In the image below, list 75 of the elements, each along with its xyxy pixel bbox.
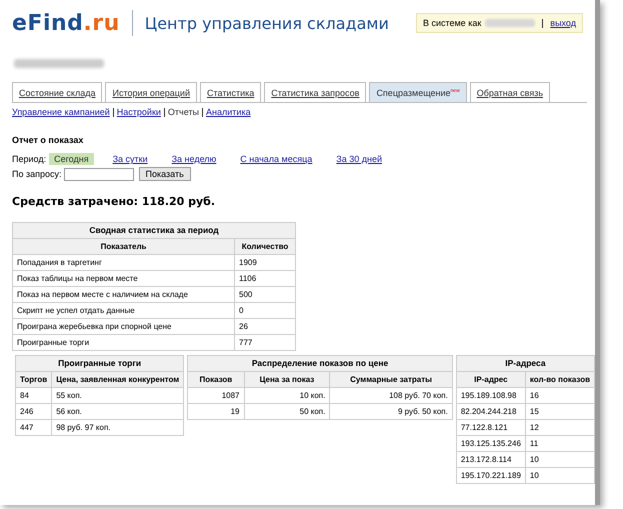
period-link[interactable]: За сутки: [108, 153, 153, 166]
table-cell: 500: [234, 286, 296, 303]
table-cell: 195.170.221.189: [456, 468, 526, 484]
column-header: Цена за показ: [244, 372, 330, 388]
table-cell: 15: [525, 404, 594, 420]
session-label: В системе как: [422, 18, 482, 28]
period-link[interactable]: За 30 дней: [331, 153, 387, 166]
table-cell: 84: [16, 388, 52, 404]
table-cell: 19: [188, 404, 244, 420]
table-cell: 10: [525, 468, 594, 484]
period-label: Период:: [12, 154, 46, 164]
column-header: Суммарные затраты: [330, 372, 452, 388]
subnav-link[interactable]: Отчеты: [168, 107, 200, 117]
table-cell: Скрипт не успел отдать данные: [12, 302, 234, 319]
table-cell: 0: [234, 302, 296, 319]
subnav-link[interactable]: Управление кампанией: [12, 107, 110, 117]
column-header: Показов: [188, 372, 244, 388]
table-cell: Показ на первом месте с наличием на складе: [12, 286, 234, 303]
table-caption: Проигранные торги: [16, 356, 184, 372]
table-cell: 16: [525, 388, 594, 404]
table-cell: 10 коп.: [244, 388, 330, 404]
tab[interactable]: Статистика: [200, 82, 262, 102]
site-title: Центр управления складами: [144, 14, 389, 32]
table-cell: 11: [525, 436, 594, 452]
subnav-link[interactable]: Аналитика: [206, 107, 251, 117]
table-cell: Проигранные торги: [12, 334, 234, 351]
query-label: По запросу:: [12, 169, 62, 180]
tab[interactable]: Спецразмещение$^{new}$: [369, 82, 467, 102]
table-cell: 9 руб. 50 коп.: [330, 404, 452, 420]
tab[interactable]: История операций: [105, 82, 197, 102]
table-cell: 777: [234, 334, 296, 351]
show-button[interactable]: Показать: [138, 167, 191, 182]
table-cell: 1106: [234, 270, 296, 287]
logo: eFind.ru: [12, 10, 120, 36]
column-header: Цена, заявленная конкурентом: [52, 372, 184, 388]
table-cell: Показ таблицы на первом месте: [12, 270, 234, 287]
table-cell: 108 руб. 70 коп.: [330, 388, 452, 404]
table-caption: IP-адреса: [456, 356, 594, 372]
table-caption: Распределение показов по цене: [188, 356, 452, 372]
table-cell: 50 коп.: [244, 404, 330, 420]
column-header: Количество: [234, 238, 296, 255]
table-cell: 98 руб. 97 коп.: [52, 420, 184, 436]
logout-link[interactable]: выход: [550, 18, 576, 28]
table-cell: 12: [525, 420, 594, 436]
blurred-username: [485, 19, 536, 27]
spent-total: Средств затрачено: 118.20 руб.: [12, 195, 216, 208]
table-cell: 447: [16, 420, 52, 436]
report-title: Отчет о показах: [12, 135, 84, 146]
query-field[interactable]: [64, 168, 134, 181]
table-cell: 77.122.8.121: [456, 420, 526, 436]
tab[interactable]: Статистика запросов: [264, 82, 366, 102]
table-cell: 195.189.108.98: [456, 388, 526, 404]
tab[interactable]: Обратная связь: [470, 82, 550, 102]
table-cell: 213.172.8.114: [456, 452, 526, 468]
table-cell: 82.204.244.218: [456, 404, 526, 420]
table-cell: 55 коп.: [52, 388, 184, 404]
period-link[interactable]: С начала месяца: [235, 153, 318, 166]
tab[interactable]: Состояние склада: [12, 82, 102, 102]
table-cell: 246: [16, 404, 52, 420]
column-header: кол-во показов: [525, 372, 594, 388]
period-link[interactable]: Сегодня: [49, 153, 94, 166]
column-header: Показатель: [12, 238, 234, 255]
table-cell: Попадания в таргетинг: [12, 254, 234, 271]
column-header: IP-адрес: [456, 372, 526, 388]
table-cell: 1087: [188, 388, 244, 404]
table-cell: 56 коп.: [52, 404, 184, 420]
table-cell: 1909: [234, 254, 296, 271]
table-cell: 193.125.135.246: [456, 436, 526, 452]
period-link[interactable]: За неделю: [166, 153, 222, 166]
subnav-link[interactable]: Настройки: [116, 107, 161, 117]
table-cell: 26: [234, 318, 296, 335]
table-caption: Сводная статистика за период: [12, 222, 296, 239]
table-cell: Проиграна жеребьевка при спорной цене: [12, 318, 234, 335]
column-header: Торгов: [16, 372, 52, 388]
table-cell: 10: [525, 452, 594, 468]
